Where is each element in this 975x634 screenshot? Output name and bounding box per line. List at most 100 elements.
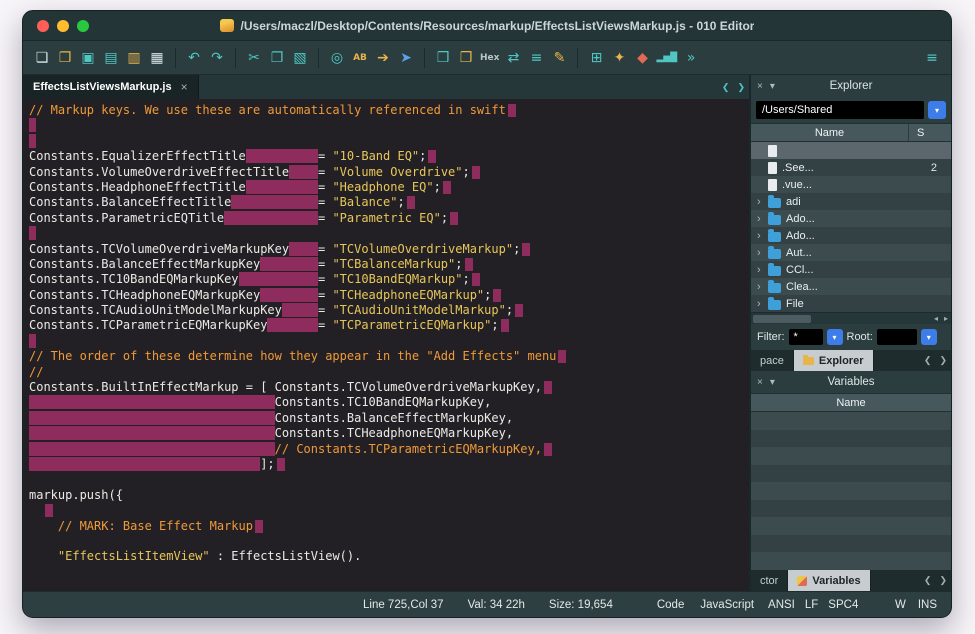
disclosure-chevron-icon[interactable]: › xyxy=(757,298,768,310)
code-line[interactable]: Constants.TCParametricEQMarkupKey = "TCP… xyxy=(29,318,749,333)
next-tab-icon[interactable]: ❯ xyxy=(733,82,749,93)
prev-tab-icon[interactable]: ❮ xyxy=(718,82,734,93)
code-line[interactable]: Constants.HeadphoneEffectTitle = "Headph… xyxy=(29,180,749,195)
code-line[interactable] xyxy=(29,334,749,349)
status-line-ending[interactable]: LF xyxy=(805,599,818,611)
code-line[interactable]: Constants.TCHeadphoneEQMarkupKey, xyxy=(29,426,749,441)
undo-icon[interactable]: ↶ xyxy=(185,47,203,69)
code-line[interactable] xyxy=(29,134,749,149)
file-tree-row[interactable]: ›Ado... xyxy=(751,210,951,227)
variables-tabs-right-icon[interactable]: ❯ xyxy=(935,575,951,586)
find-replace-icon[interactable]: AB xyxy=(351,47,369,69)
cut-icon[interactable]: ✂ xyxy=(245,47,263,69)
status-file-size[interactable]: Size: 19,654 xyxy=(549,599,613,611)
code-line[interactable]: Constants.TCHeadphoneEQMarkupKey = "TCHe… xyxy=(29,288,749,303)
tab-variables[interactable]: Variables xyxy=(788,570,870,591)
code-line[interactable] xyxy=(29,118,749,133)
column-header-name[interactable]: Name xyxy=(751,124,909,141)
menu-icon[interactable]: ≡ xyxy=(923,47,941,69)
column-header-size[interactable]: S xyxy=(909,127,951,139)
file-tree-row[interactable] xyxy=(751,142,951,159)
variables-menu-icon[interactable]: ▾ xyxy=(770,377,775,388)
file-tree-row[interactable]: ›Ado... xyxy=(751,227,951,244)
code-line[interactable]: // Constants.TCParametricEQMarkupKey, xyxy=(29,442,749,457)
calculator-icon[interactable]: ⊞ xyxy=(587,47,605,69)
code-line[interactable] xyxy=(29,534,749,549)
file-tree-row[interactable]: ›Clea... xyxy=(751,278,951,295)
find-next-icon[interactable]: ➔ xyxy=(374,47,392,69)
panel-tabs-left-icon[interactable]: ❮ xyxy=(920,355,936,366)
filter-dropdown-button[interactable]: ▾ xyxy=(827,329,843,345)
filter-input[interactable]: * xyxy=(789,329,823,345)
status-insert-mode[interactable]: INS xyxy=(918,599,937,611)
close-window-button[interactable] xyxy=(37,20,49,32)
print-icon[interactable]: ▦ xyxy=(148,47,166,69)
variables-close-icon[interactable]: × xyxy=(757,377,763,388)
code-line[interactable]: Constants.BalanceEffectMarkupKey, xyxy=(29,411,749,426)
root-input[interactable] xyxy=(877,329,917,345)
overflow-chevron-icon[interactable]: » xyxy=(682,47,700,69)
code-line[interactable]: // MARK: Base Effect Markup xyxy=(29,519,749,534)
code-line[interactable]: ]; xyxy=(29,457,749,472)
redo-icon[interactable]: ↷ xyxy=(208,47,226,69)
horizontal-scrollbar[interactable]: ◂ ▸ xyxy=(751,312,951,324)
code-line[interactable]: Constants.ParametricEQTitle = "Parametri… xyxy=(29,211,749,226)
code-line[interactable] xyxy=(29,503,749,518)
save-all-icon[interactable]: ▥ xyxy=(125,47,143,69)
hex-mode-icon[interactable]: Hex xyxy=(480,47,499,69)
goto-icon[interactable]: ➤ xyxy=(397,47,415,69)
tab-explorer[interactable]: Explorer xyxy=(794,350,874,371)
status-indent[interactable]: SPC4 xyxy=(828,599,858,611)
explorer-menu-icon[interactable]: ▾ xyxy=(770,81,775,92)
copy-icon[interactable]: ❐ xyxy=(268,47,286,69)
path-dropdown-button[interactable]: ▾ xyxy=(928,101,946,119)
list-view-icon[interactable]: ≡ xyxy=(527,47,545,69)
code-line[interactable]: Constants.BuiltInEffectMarkup = [ Consta… xyxy=(29,380,749,395)
title-bar[interactable]: /Users/maczl/Desktop/Contents/Resources/… xyxy=(23,11,951,41)
file-tree-row[interactable]: ›CCl... xyxy=(751,261,951,278)
scroll-left-icon[interactable]: ◂ xyxy=(931,314,941,323)
code-line[interactable]: Constants.VolumeOverdriveEffectTitle = "… xyxy=(29,165,749,180)
code-line[interactable] xyxy=(29,226,749,241)
file-tree-row[interactable]: .vue... xyxy=(751,176,951,193)
scroll-right-icon[interactable]: ▸ xyxy=(941,314,951,323)
code-line[interactable]: Constants.BalanceEffectMarkupKey = "TCBa… xyxy=(29,257,749,272)
edit-pen-icon[interactable]: ✎ xyxy=(550,47,568,69)
disclosure-chevron-icon[interactable]: › xyxy=(757,196,768,208)
variables-column-name[interactable]: Name xyxy=(751,394,951,411)
code-line[interactable]: Constants.TC10BandEQMarkupKey = "TC10Ban… xyxy=(29,272,749,287)
paste-icon[interactable]: ▧ xyxy=(291,47,309,69)
minimize-window-button[interactable] xyxy=(57,20,69,32)
code-line[interactable]: Constants.BalanceEffectTitle = "Balance"… xyxy=(29,195,749,210)
panel-tabs-right-icon[interactable]: ❯ xyxy=(935,355,951,366)
tab-workspace[interactable]: pace xyxy=(751,350,794,371)
file-tree-row[interactable]: ›File xyxy=(751,295,951,312)
status-write-mode[interactable]: W xyxy=(895,599,906,611)
path-input[interactable]: /Users/Shared xyxy=(756,101,924,119)
status-encoding[interactable]: ANSI xyxy=(768,599,795,611)
root-dropdown-button[interactable]: ▾ xyxy=(921,329,937,345)
code-line[interactable]: // Markup keys. We use these are automat… xyxy=(29,103,749,118)
zoom-window-button[interactable] xyxy=(77,20,89,32)
convert-icon[interactable]: ⇄ xyxy=(504,47,522,69)
status-byte-value[interactable]: Val: 34 22h xyxy=(468,599,525,611)
code-line[interactable] xyxy=(29,472,749,487)
chart-icon[interactable]: ▂▅█ xyxy=(656,47,677,69)
find-icon[interactable]: ◎ xyxy=(328,47,346,69)
disclosure-chevron-icon[interactable]: › xyxy=(757,230,768,242)
code-line[interactable]: // The order of these determine how they… xyxy=(29,349,749,364)
code-line[interactable]: "EffectsListItemView" : EffectsListView(… xyxy=(29,549,749,564)
status-edit-mode[interactable]: Code xyxy=(657,599,685,611)
tab-effectslistviewsmarkup[interactable]: EffectsListViewsMarkup.js × xyxy=(23,75,199,99)
scrollbar-thumb[interactable] xyxy=(753,315,811,323)
new-file-icon[interactable]: ❏ xyxy=(33,47,51,69)
compare-files-icon[interactable]: ❒ xyxy=(434,47,452,69)
file-tree-row[interactable]: ›adi xyxy=(751,193,951,210)
histogram-icon[interactable]: ❒ xyxy=(457,47,475,69)
code-line[interactable]: Constants.TCVolumeOverdriveMarkupKey = "… xyxy=(29,242,749,257)
disclosure-chevron-icon[interactable]: › xyxy=(757,281,768,293)
status-cursor-position[interactable]: Line 725,Col 37 xyxy=(363,599,444,611)
tools-icon[interactable]: ✦ xyxy=(610,47,628,69)
bookmark-icon[interactable]: ◆ xyxy=(633,47,651,69)
code-line[interactable]: markup.push({ xyxy=(29,488,749,503)
